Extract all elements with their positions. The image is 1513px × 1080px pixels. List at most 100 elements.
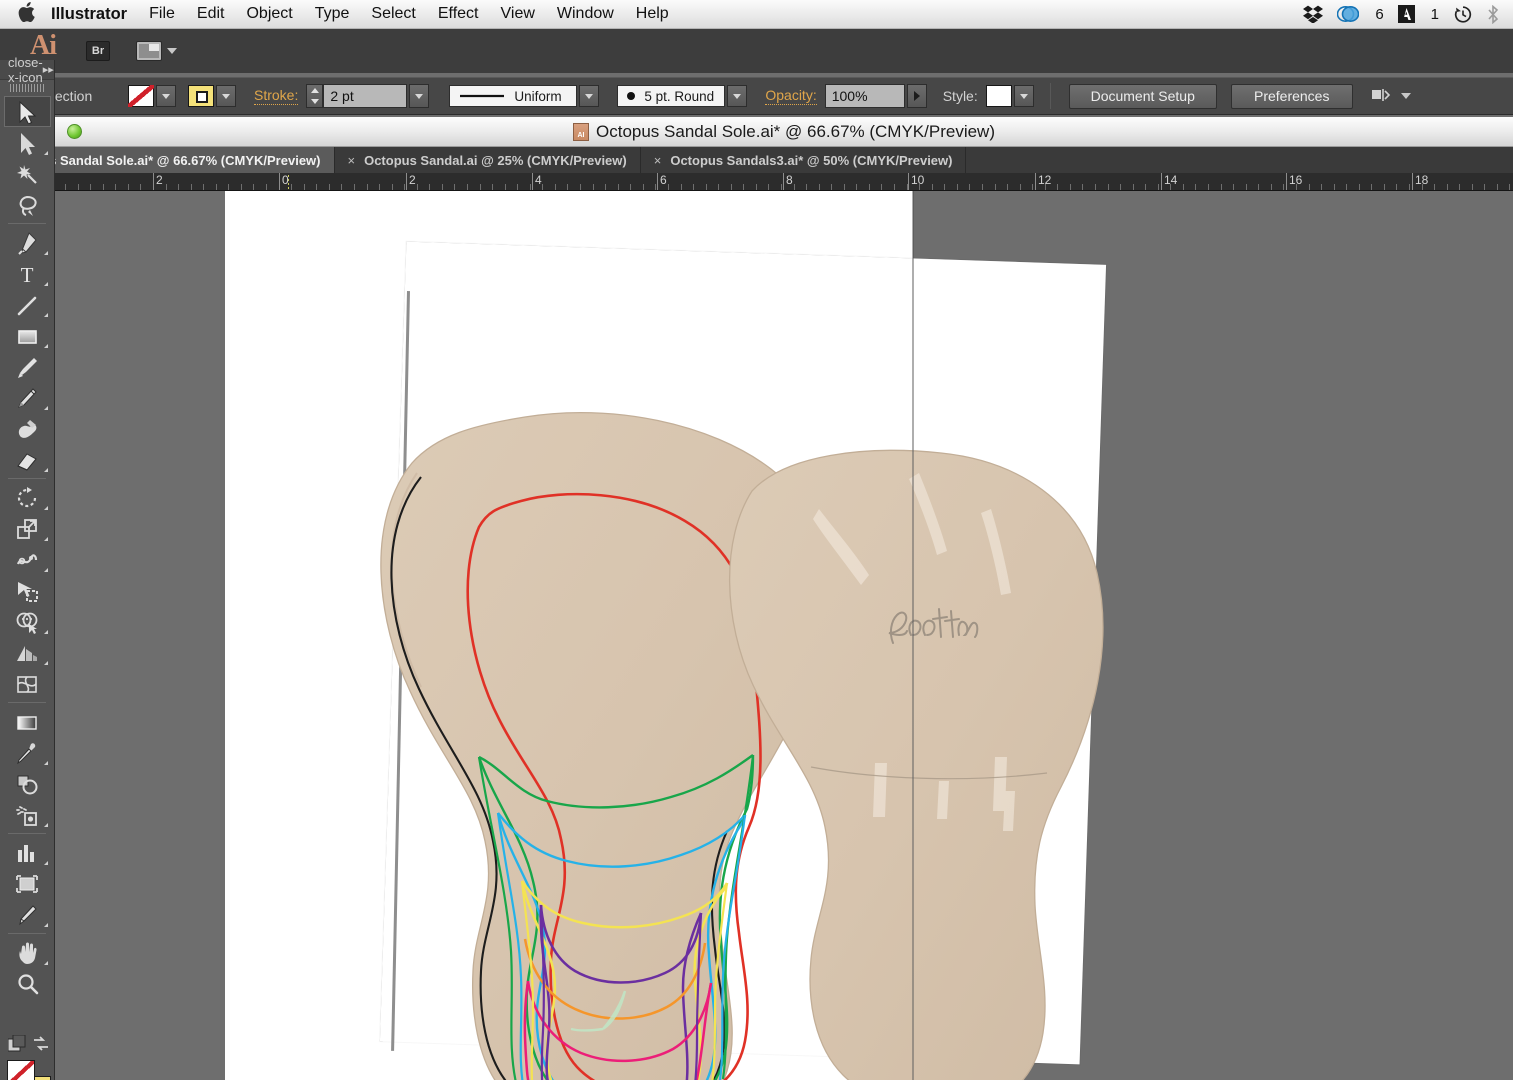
horizontal-ruler[interactable]: 202468101214161820 <box>55 173 1513 191</box>
opacity-label[interactable]: Opacity: <box>765 87 817 105</box>
document-setup-button[interactable]: Document Setup <box>1068 83 1217 109</box>
symbol-sprayer-tool[interactable] <box>4 799 51 830</box>
stroke-swatch[interactable] <box>188 85 214 107</box>
stroke-profile-chevron-down-icon[interactable] <box>579 85 600 107</box>
menu-item-window[interactable]: Window <box>557 5 614 23</box>
scale-tool[interactable] <box>4 513 51 544</box>
ruler-minor-tick <box>329 184 330 190</box>
hand-tool[interactable] <box>4 937 51 968</box>
ruler-minor-tick <box>1497 184 1498 190</box>
stroke-weight-stepper[interactable] <box>306 84 324 108</box>
ruler-origin-marker[interactable] <box>288 175 289 189</box>
menu-item-help[interactable]: Help <box>636 5 669 23</box>
stroke-profile-select[interactable]: Uniform <box>449 85 578 107</box>
chevron-down-icon[interactable] <box>167 48 177 54</box>
default-fill-stroke-icon[interactable] <box>7 1034 26 1058</box>
stroke-weight-chevron-down-icon[interactable] <box>409 84 430 108</box>
fill-stroke-indicator[interactable] <box>7 1060 51 1080</box>
width-warp-tool[interactable] <box>4 544 51 575</box>
menu-item-type[interactable]: Type <box>315 5 350 23</box>
ruler-minor-tick <box>1158 184 1159 190</box>
arrange-documents-icon[interactable] <box>136 41 162 61</box>
rectangle-tool[interactable] <box>4 320 51 351</box>
paintbrush-tool[interactable] <box>4 351 51 382</box>
menu-item-file[interactable]: File <box>149 5 175 23</box>
dropbox-icon[interactable] <box>1303 5 1324 23</box>
column-graph-tool[interactable] <box>4 837 51 868</box>
mesh-tool[interactable] <box>4 668 51 699</box>
ruler-minor-tick <box>831 184 832 190</box>
ruler-minor-tick <box>1082 184 1083 190</box>
shape-builder-icon <box>16 612 38 634</box>
double-chevron-right-icon[interactable]: ▸▸ <box>43 63 54 76</box>
application-bar <box>0 29 1513 73</box>
line-segment-tool[interactable] <box>4 289 51 320</box>
rotate-tool[interactable] <box>4 482 51 513</box>
eraser-tool[interactable] <box>4 444 51 475</box>
eyedropper-tool[interactable] <box>4 737 51 768</box>
type-icon: T <box>21 263 34 286</box>
pen-tool[interactable] <box>4 227 51 258</box>
document-tab-octopus-sandal[interactable]: × Octopus Sandal.ai @ 25% (CMYK/Preview) <box>335 147 641 173</box>
fill-color-box[interactable] <box>7 1060 35 1080</box>
apple-logo-icon[interactable] <box>18 2 35 26</box>
document-canvas[interactable] <box>55 191 1513 1080</box>
tool-group-corner-icon <box>43 313 48 317</box>
align-to-pixel-icon[interactable] <box>1371 86 1391 107</box>
fill-stroke-helpers <box>7 1034 48 1053</box>
fill-swatch[interactable] <box>128 85 154 107</box>
preferences-button[interactable]: Preferences <box>1230 83 1353 109</box>
perspective-grid-tool[interactable] <box>4 637 51 668</box>
menu-item-edit[interactable]: Edit <box>197 5 225 23</box>
ruler-minor-tick <box>1233 184 1234 190</box>
brush-definition-chevron-down-icon[interactable] <box>727 85 748 107</box>
menu-item-effect[interactable]: Effect <box>438 5 479 23</box>
graphic-style-swatch[interactable] <box>985 85 1012 107</box>
opacity-play-right-icon[interactable] <box>906 84 927 108</box>
blob-brush-tool[interactable] <box>4 413 51 444</box>
adobe-a-icon[interactable] <box>1397 5 1415 23</box>
brush-definition-select[interactable]: 5 pt. Round <box>617 85 726 107</box>
menu-item-select[interactable]: Select <box>371 5 415 23</box>
ruler-minor-tick <box>1133 184 1134 190</box>
creative-cloud-icon[interactable] <box>1337 5 1360 23</box>
blend-tool[interactable] <box>4 768 51 799</box>
control-overflow-chevron-down-icon[interactable] <box>1400 93 1411 99</box>
opacity-input[interactable]: 100% <box>824 84 905 108</box>
sandal-sole-artwork[interactable] <box>55 191 1513 1080</box>
selection-tool[interactable] <box>3 96 51 127</box>
green-status-led[interactable] <box>67 124 82 139</box>
bluetooth-icon[interactable] <box>1487 4 1499 24</box>
close-x-icon[interactable]: close-x-icon <box>8 55 43 85</box>
document-tab-octopus-sandals3[interactable]: × Octopus Sandals3.ai* @ 50% (CMYK/Previ… <box>641 147 967 173</box>
pencil-tool[interactable] <box>4 382 51 413</box>
slice-tool[interactable] <box>4 899 51 930</box>
fill-dropdown-chevron-down-icon[interactable] <box>156 85 176 107</box>
ruler-minor-tick <box>1509 184 1510 190</box>
tool-button-list: T <box>0 96 54 999</box>
style-chevron-down-icon[interactable] <box>1013 85 1034 107</box>
gradient-tool[interactable] <box>4 706 51 737</box>
type-tool[interactable]: T <box>4 258 51 289</box>
magic-wand-tool[interactable] <box>4 158 51 189</box>
lasso-tool[interactable] <box>4 189 51 220</box>
menu-item-view[interactable]: View <box>501 5 535 23</box>
direct-selection-tool[interactable] <box>4 127 51 158</box>
artboard-tool[interactable] <box>4 868 51 899</box>
tool-group-separator <box>8 702 46 703</box>
shape-builder-tool[interactable] <box>4 606 51 637</box>
stroke-weight-input[interactable]: 2 pt <box>323 84 408 108</box>
document-tab-label: Octopus Sandal.ai @ 25% (CMYK/Preview) <box>364 152 627 168</box>
menu-app-name[interactable]: Illustrator <box>51 5 127 24</box>
tab-close-icon[interactable]: × <box>654 153 662 168</box>
tool-group-corner-icon <box>43 630 48 634</box>
free-transform-tool[interactable] <box>4 575 51 606</box>
zoom-tool[interactable] <box>4 968 51 999</box>
swap-fill-stroke-icon[interactable] <box>32 1035 50 1058</box>
stroke-dropdown-chevron-down-icon[interactable] <box>216 85 236 107</box>
menu-item-object[interactable]: Object <box>246 5 292 23</box>
bridge-button[interactable]: Br <box>86 41 110 61</box>
time-machine-clock-icon[interactable] <box>1453 5 1473 24</box>
tab-close-icon[interactable]: × <box>348 153 356 168</box>
stroke-weight-label[interactable]: Stroke: <box>254 87 299 105</box>
